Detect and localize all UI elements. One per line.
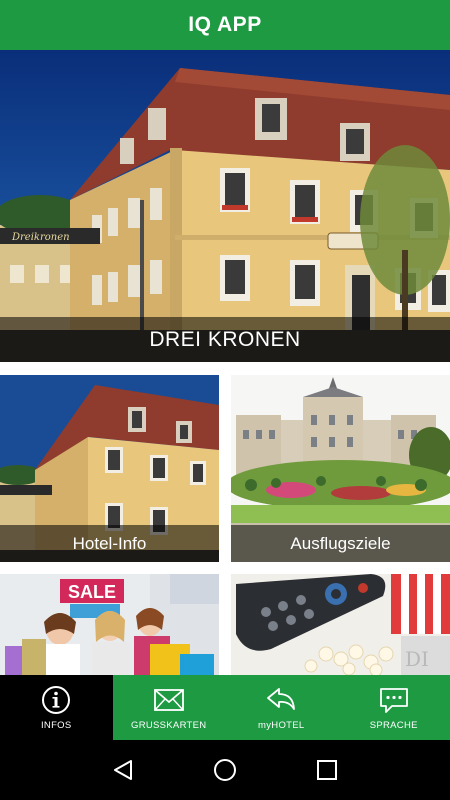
tile-hotel-info[interactable]: Hotel-Info [0,375,219,562]
tile-caption: Ausflugsziele [231,525,450,562]
home-icon [214,759,236,781]
tab-infos[interactable]: INFOS [0,675,113,740]
tile-ausflugsziele[interactable]: Ausflugsziele [231,375,450,562]
remote-popcorn-image: DI [231,574,450,675]
tab-label: SPRACHE [369,719,418,731]
tile-caption: Hotel-Info [0,525,219,562]
sale-sign-text: SALE [68,582,116,602]
envelope-icon [153,688,184,711]
hotel-facade-image: Dreikronen [0,68,450,362]
bottom-tab-bar: INFOS GRUSSKARTEN myHOTEL SPRACHE [0,675,450,740]
info-icon [42,685,71,714]
hero-title: DREI KRONEN [149,327,301,351]
app-title-bar: IQ APP [0,0,450,50]
tab-myhotel[interactable]: myHOTEL [225,675,338,740]
system-nav-bar [0,740,450,800]
speech-bubble-icon [379,687,408,713]
tab-grusskarten[interactable]: GRUSSKARTEN [112,675,225,740]
hero-caption: DREI KRONEN [0,317,450,362]
reply-arrow-icon [267,687,296,710]
svg-text:DI: DI [405,647,429,671]
tab-sprache[interactable]: SPRACHE [337,675,450,740]
shopping-image: SALE [0,574,219,675]
tile-label: Hotel-Info [72,533,147,553]
recents-button[interactable] [312,755,342,785]
tab-label: GRUSSKARTEN [131,719,207,731]
recents-icon [317,760,337,780]
hero-sign-text: Dreikronen [11,232,70,243]
home-button[interactable] [210,755,240,785]
app-title: IQ APP [188,13,262,36]
back-icon [114,760,132,780]
hero-banner[interactable]: Dreikronen DREI KRONEN [0,50,450,362]
back-button[interactable] [108,755,138,785]
tab-label: INFOS [40,719,72,731]
tab-label: myHOTEL [258,719,305,731]
tile-label: Ausflugsziele [290,533,391,553]
tile-entertainment[interactable]: DI [231,574,450,675]
tile-shopping[interactable]: SALE [0,574,219,675]
